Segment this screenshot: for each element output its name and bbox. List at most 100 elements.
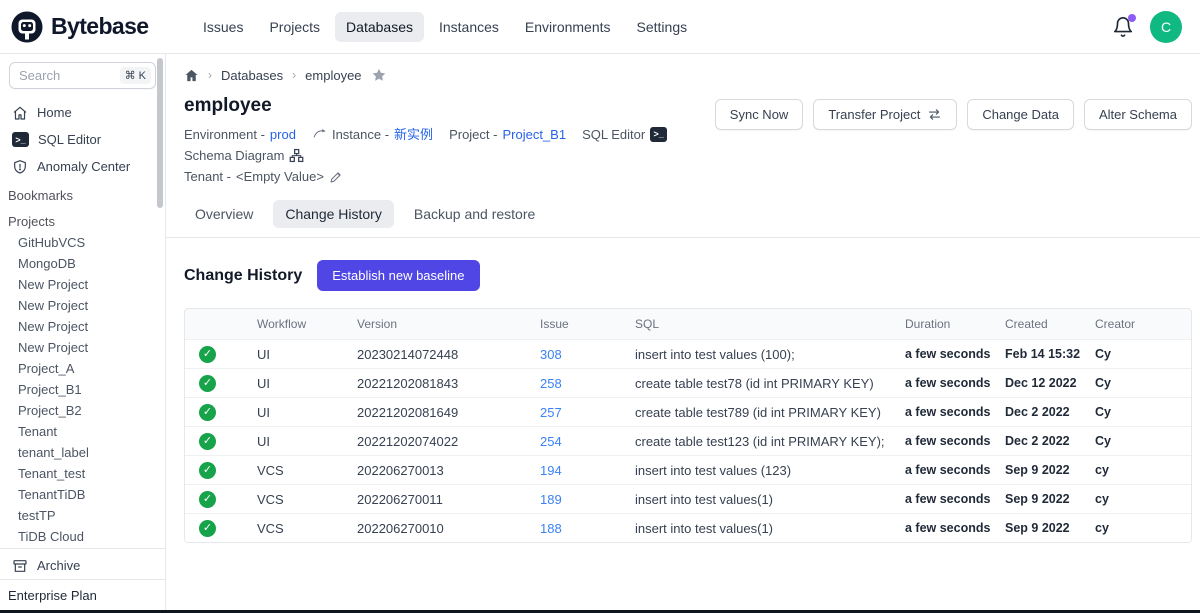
creator-cell: Cy (1095, 347, 1191, 361)
sql-cell: create table test789 (id int PRIMARY KEY… (635, 405, 905, 420)
edit-pencil-icon[interactable] (329, 170, 343, 184)
sidebar-project-item[interactable]: testTP (0, 505, 165, 526)
sidebar-item-sql-editor[interactable]: >_ SQL Editor (0, 126, 165, 153)
archive-icon (12, 558, 28, 574)
table-row[interactable]: ✓ UI 20221202074022 254 create table tes… (185, 426, 1191, 455)
sidebar-project-item[interactable]: TenantTiDB (0, 484, 165, 505)
alter-schema-button[interactable]: Alter Schema (1084, 99, 1192, 130)
creator-cell: cy (1095, 463, 1191, 477)
nav-link[interactable]: Environments (514, 12, 622, 42)
tab[interactable]: Overview (183, 200, 265, 228)
duration-cell: a few seconds (905, 376, 1005, 390)
top-navbar: Bytebase IssuesProjectsDatabasesInstance… (0, 0, 1200, 54)
table-row[interactable]: ✓ VCS 202206270011 189 insert into test … (185, 484, 1191, 513)
sidebar-project-item[interactable]: New Project (0, 316, 165, 337)
table-row[interactable]: ✓ UI 20221202081843 258 create table tes… (185, 368, 1191, 397)
table-row[interactable]: ✓ VCS 202206270010 188 insert into test … (185, 513, 1191, 542)
tab[interactable]: Change History (273, 200, 394, 228)
issue-link[interactable]: 308 (540, 347, 562, 362)
schema-diagram-shortcut[interactable]: Schema Diagram (184, 145, 304, 166)
sidebar-project-item[interactable]: New Project (0, 337, 165, 358)
issue-link[interactable]: 254 (540, 434, 562, 449)
sidebar-scrollbar[interactable] (157, 58, 163, 208)
notifications-bell-icon[interactable] (1112, 16, 1134, 38)
col-sql: SQL (635, 317, 905, 331)
duration-cell: a few seconds (905, 434, 1005, 448)
sidebar-project-item[interactable]: MongoDB (0, 253, 165, 274)
duration-cell: a few seconds (905, 347, 1005, 361)
sidebar-item-anomaly-center[interactable]: Anomaly Center (0, 153, 165, 180)
breadcrumb-employee[interactable]: employee (305, 68, 361, 83)
success-check-icon: ✓ (199, 462, 216, 479)
sql-editor-shortcut[interactable]: SQL Editor >_ (582, 124, 667, 145)
issue-link[interactable]: 258 (540, 376, 562, 391)
terminal-icon: >_ (12, 132, 29, 147)
sidebar-item-archive[interactable]: Archive (0, 552, 165, 579)
issue-link[interactable]: 194 (540, 463, 562, 478)
workflow-cell: UI (257, 376, 357, 391)
schema-diagram-icon (289, 148, 304, 163)
sidebar-item-home[interactable]: Home (0, 99, 165, 126)
notification-dot (1128, 14, 1136, 22)
created-cell: Dec 2 2022 (1005, 434, 1095, 448)
database-meta-line-1: Environment - prod Instance - 新实例 P (184, 124, 715, 166)
user-avatar[interactable]: C (1150, 11, 1182, 43)
created-cell: Sep 9 2022 (1005, 492, 1095, 506)
nav-link[interactable]: Settings (626, 12, 699, 42)
creator-cell: cy (1095, 492, 1191, 506)
table-row[interactable]: ✓ UI 20221202081649 257 create table tes… (185, 397, 1191, 426)
nav-link[interactable]: Issues (192, 12, 254, 42)
search-input[interactable]: Search ⌘ K (9, 62, 156, 89)
sidebar-project-item[interactable]: GitHubVCS (0, 232, 165, 253)
created-cell: Dec 12 2022 (1005, 376, 1095, 390)
project-link[interactable]: Project_B1 (502, 124, 566, 145)
instance-link[interactable]: 新实例 (394, 124, 433, 145)
success-check-icon: ✓ (199, 346, 216, 363)
duration-cell: a few seconds (905, 521, 1005, 535)
sidebar-project-item[interactable]: Project_A (0, 358, 165, 379)
sidebar-project-item[interactable]: tenant_label (0, 442, 165, 463)
tenant-meta: Tenant - <Empty Value> (184, 166, 343, 187)
establish-baseline-button[interactable]: Establish new baseline (317, 260, 479, 291)
environment-meta: Environment - prod (184, 124, 296, 145)
duration-cell: a few seconds (905, 463, 1005, 477)
sidebar: Search ⌘ K Home >_ SQL Editor Anomaly Ce… (0, 54, 166, 613)
environment-link[interactable]: prod (270, 124, 296, 145)
table-body: ✓ UI 20230214072448 308 insert into test… (185, 339, 1191, 542)
bytebase-logo[interactable]: Bytebase (10, 10, 178, 44)
tab[interactable]: Backup and restore (402, 200, 547, 228)
nav-link[interactable]: Databases (335, 12, 424, 42)
change-data-button[interactable]: Change Data (967, 99, 1074, 130)
created-cell: Sep 9 2022 (1005, 521, 1095, 535)
nav-link[interactable]: Projects (258, 12, 331, 42)
creator-cell: Cy (1095, 434, 1191, 448)
sidebar-project-item[interactable]: New Project (0, 274, 165, 295)
sync-now-button[interactable]: Sync Now (715, 99, 804, 130)
bookmark-star-icon[interactable] (371, 67, 387, 83)
sidebar-project-item[interactable]: TiDB Cloud (0, 526, 165, 547)
issue-link[interactable]: 188 (540, 521, 562, 536)
success-check-icon: ✓ (199, 375, 216, 392)
table-row[interactable]: ✓ VCS 202206270013 194 insert into test … (185, 455, 1191, 484)
sidebar-project-item[interactable]: Project_B2 (0, 400, 165, 421)
breadcrumb: › Databases › employee (184, 64, 1192, 86)
breadcrumb-home-icon[interactable] (184, 68, 199, 83)
table-row[interactable]: ✓ UI 20230214072448 308 insert into test… (185, 339, 1191, 368)
col-workflow: Workflow (257, 317, 357, 331)
col-created: Created (1005, 317, 1095, 331)
sidebar-project-item[interactable]: New Project (0, 295, 165, 316)
issue-link[interactable]: 189 (540, 492, 562, 507)
breadcrumb-databases[interactable]: Databases (221, 68, 283, 83)
status-cell: ✓ (185, 520, 257, 537)
sidebar-project-item[interactable]: Tenant_test (0, 463, 165, 484)
sidebar-project-item[interactable]: Tenant (0, 421, 165, 442)
workflow-cell: VCS (257, 463, 357, 478)
sidebar-project-item[interactable]: Project_B1 (0, 379, 165, 400)
nav-link[interactable]: Instances (428, 12, 510, 42)
issue-link[interactable]: 257 (540, 405, 562, 420)
created-cell: Sep 9 2022 (1005, 463, 1095, 477)
status-cell: ✓ (185, 346, 257, 363)
transfer-project-button[interactable]: Transfer Project (813, 99, 957, 130)
database-meta-line-2: Tenant - <Empty Value> (184, 166, 715, 187)
shield-icon (12, 159, 28, 175)
